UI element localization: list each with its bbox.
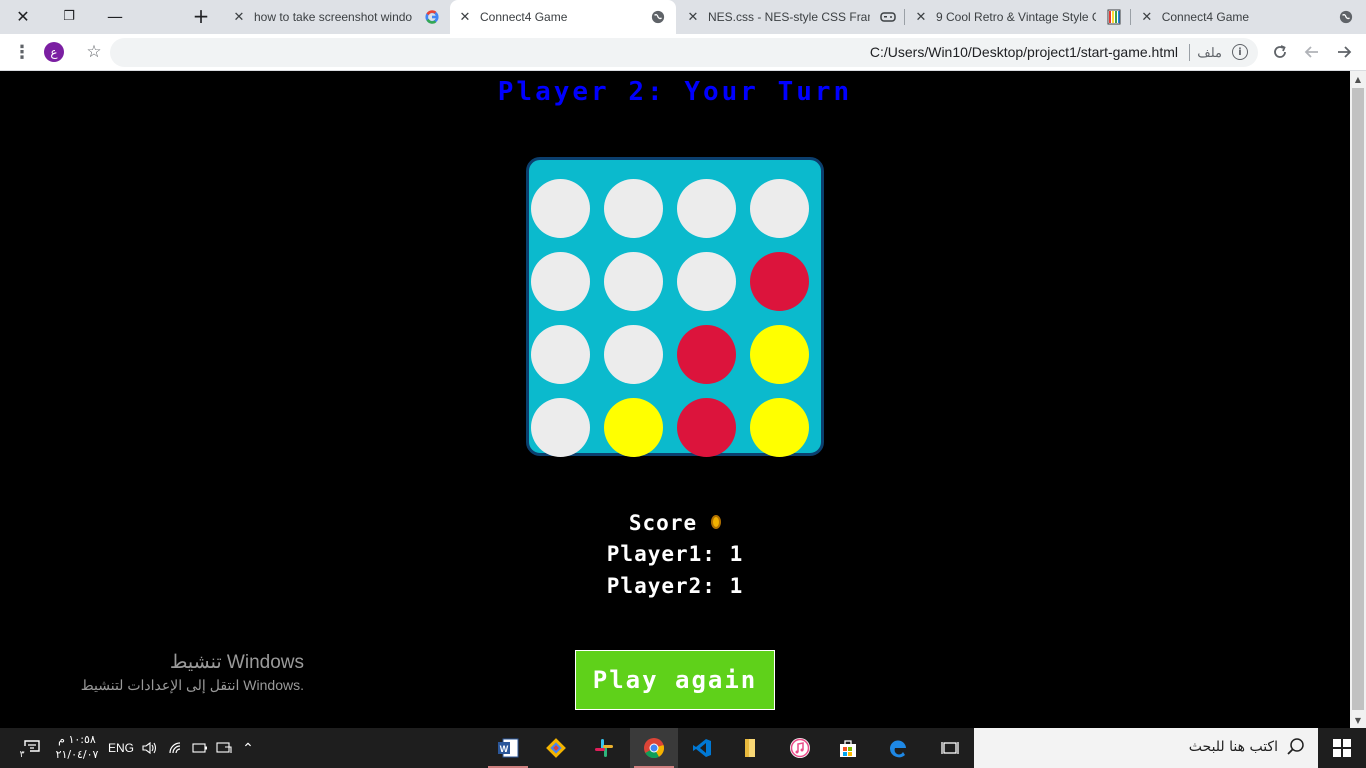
slack-icon[interactable] (580, 728, 628, 768)
board-cell-empty[interactable] (677, 179, 736, 238)
globe-icon (650, 9, 666, 25)
tab-title: Connect4 Game (1161, 10, 1250, 24)
score-label: Score (628, 511, 698, 535)
board-cell-empty[interactable] (531, 325, 590, 384)
tab-separator (904, 9, 905, 25)
volume-icon[interactable] (140, 728, 160, 768)
file-explorer-icon[interactable] (726, 728, 774, 768)
address-bar[interactable]: C:/Users/Win10/Desktop/project1/start-ga… (110, 38, 1258, 67)
close-window-button[interactable]: ✕ (0, 0, 46, 32)
battery-icon[interactable] (190, 728, 210, 768)
restore-window-button[interactable]: ❐ (46, 0, 92, 32)
file-scheme-label: ملف (1197, 45, 1222, 60)
windows-taskbar: ٣ ١٠:٥٨ م ٢١/٠٤/٠٧ ENG ⌃ W اكتب هنا للبح… (0, 728, 1366, 768)
scroll-up-arrow-icon[interactable]: ▲ (1350, 71, 1366, 87)
score-heading: Score (0, 511, 1350, 535)
globe-icon (1338, 9, 1354, 25)
menu-icon[interactable]: ⋮ (10, 40, 34, 64)
tab-screenshot-search[interactable]: ✕ how to take screenshot windo (226, 0, 448, 34)
search-placeholder: اكتب هنا للبحث (1188, 739, 1278, 755)
play-again-button[interactable]: Play again (575, 650, 775, 710)
language-indicator[interactable]: ENG (106, 728, 136, 768)
minimize-window-button[interactable]: — (92, 0, 138, 32)
tab-title: how to take screenshot windo (254, 10, 413, 24)
board-cell-red[interactable] (677, 398, 736, 457)
windows-start-icon[interactable] (1318, 728, 1366, 768)
svg-text:W: W (500, 744, 509, 754)
show-hidden-icons-chevron-icon[interactable]: ⌃ (238, 728, 258, 768)
tab-retro-styles[interactable]: ✕ 9 Cool Retro & Vintage Style C (906, 0, 1128, 34)
board-cell-empty[interactable] (677, 252, 736, 311)
url-separator (1189, 44, 1190, 61)
new-tab-button[interactable]: + (178, 0, 224, 32)
close-tab-icon[interactable]: ✕ (686, 9, 700, 25)
controller-icon (880, 9, 896, 25)
profile-avatar[interactable]: ع (44, 42, 64, 62)
chrome-icon[interactable] (630, 728, 678, 768)
board-cell-yellow[interactable] (604, 398, 663, 457)
board-cell-red[interactable] (677, 325, 736, 384)
tab-title: Connect4 Game (480, 10, 568, 24)
clock-date: ٢١/٠٤/٠٧ (55, 748, 99, 761)
search-icon (1286, 737, 1306, 757)
board-cell-red[interactable] (750, 252, 809, 311)
board-cell-empty[interactable] (604, 252, 663, 311)
edge-icon[interactable] (874, 728, 922, 768)
tab-title: NES.css - NES-style CSS Frame (708, 10, 870, 24)
bookmark-star-icon[interactable]: ☆ (82, 40, 106, 64)
tab-connect4[interactable]: ✕ Connect4 Game (1132, 0, 1354, 34)
board-cell-yellow[interactable] (750, 325, 809, 384)
page-viewport: Player 2: Your Turn Score Player1: 1 Pla… (0, 71, 1350, 728)
store-icon[interactable] (824, 728, 872, 768)
forward-arrow-icon[interactable] (1332, 40, 1356, 64)
board-cell-empty[interactable] (531, 252, 590, 311)
tab-title: 9 Cool Retro & Vintage Style C (936, 10, 1096, 24)
board-cell-empty[interactable] (531, 179, 590, 238)
back-arrow-icon[interactable] (1300, 40, 1324, 64)
vscode-icon[interactable] (678, 728, 726, 768)
board-cell-yellow[interactable] (750, 398, 809, 457)
close-tab-icon[interactable]: ✕ (458, 9, 472, 25)
vertical-scrollbar[interactable]: ▲ ▼ (1350, 71, 1366, 728)
game-board[interactable] (526, 157, 824, 457)
reload-icon[interactable] (1268, 40, 1292, 64)
player1-score: Player1: 1 (606, 542, 744, 566)
palette-icon (1106, 9, 1122, 25)
close-tab-icon[interactable]: ✕ (232, 9, 246, 25)
taskbar-search-box[interactable]: اكتب هنا للبحث (974, 728, 1318, 768)
itunes-icon[interactable] (776, 728, 824, 768)
board-cell-empty[interactable] (531, 398, 590, 457)
board-cell-empty[interactable] (750, 179, 809, 238)
close-tab-icon[interactable]: ✕ (1140, 9, 1154, 25)
wifi-icon[interactable] (166, 728, 186, 768)
tab-separator (1130, 9, 1131, 25)
clock[interactable]: ١٠:٥٨ م ٢١/٠٤/٠٧ (52, 732, 102, 762)
word-icon[interactable]: W (484, 728, 532, 768)
clock-time: ١٠:٥٨ م (58, 733, 96, 746)
board-cell-empty[interactable] (604, 179, 663, 238)
scroll-down-arrow-icon[interactable]: ▼ (1350, 712, 1366, 728)
coin-icon (711, 515, 722, 529)
activation-watermark-title: تنشيط Windows (169, 652, 304, 673)
activation-watermark-text: انتقل إلى الإعدادات لتنشيط Windows. (80, 677, 304, 693)
google-icon (424, 9, 440, 25)
tab-nes-css[interactable]: ✕ NES.css - NES-style CSS Frame (678, 0, 900, 34)
device-icon[interactable] (214, 728, 234, 768)
tab-bar: ✕ ❐ — + ✕ how to take screenshot windo ✕… (0, 0, 1366, 34)
task-view-icon[interactable] (926, 728, 974, 768)
notification-count: ٣ (14, 746, 30, 762)
git-tool-icon[interactable] (532, 728, 580, 768)
board-cell-empty[interactable] (604, 325, 663, 384)
tab-connect4-active[interactable]: ✕ Connect4 Game (450, 0, 676, 34)
browser-toolbar: ⋮ ع ☆ C:/Users/Win10/Desktop/project1/st… (0, 34, 1366, 71)
close-tab-icon[interactable]: ✕ (914, 9, 928, 25)
turn-indicator: Player 2: Your Turn (497, 77, 853, 107)
url-text[interactable]: C:/Users/Win10/Desktop/project1/start-ga… (870, 44, 1178, 60)
site-info-icon[interactable]: i (1232, 44, 1248, 60)
scrollbar-thumb[interactable] (1352, 88, 1364, 710)
player2-score: Player2: 1 (606, 574, 744, 598)
